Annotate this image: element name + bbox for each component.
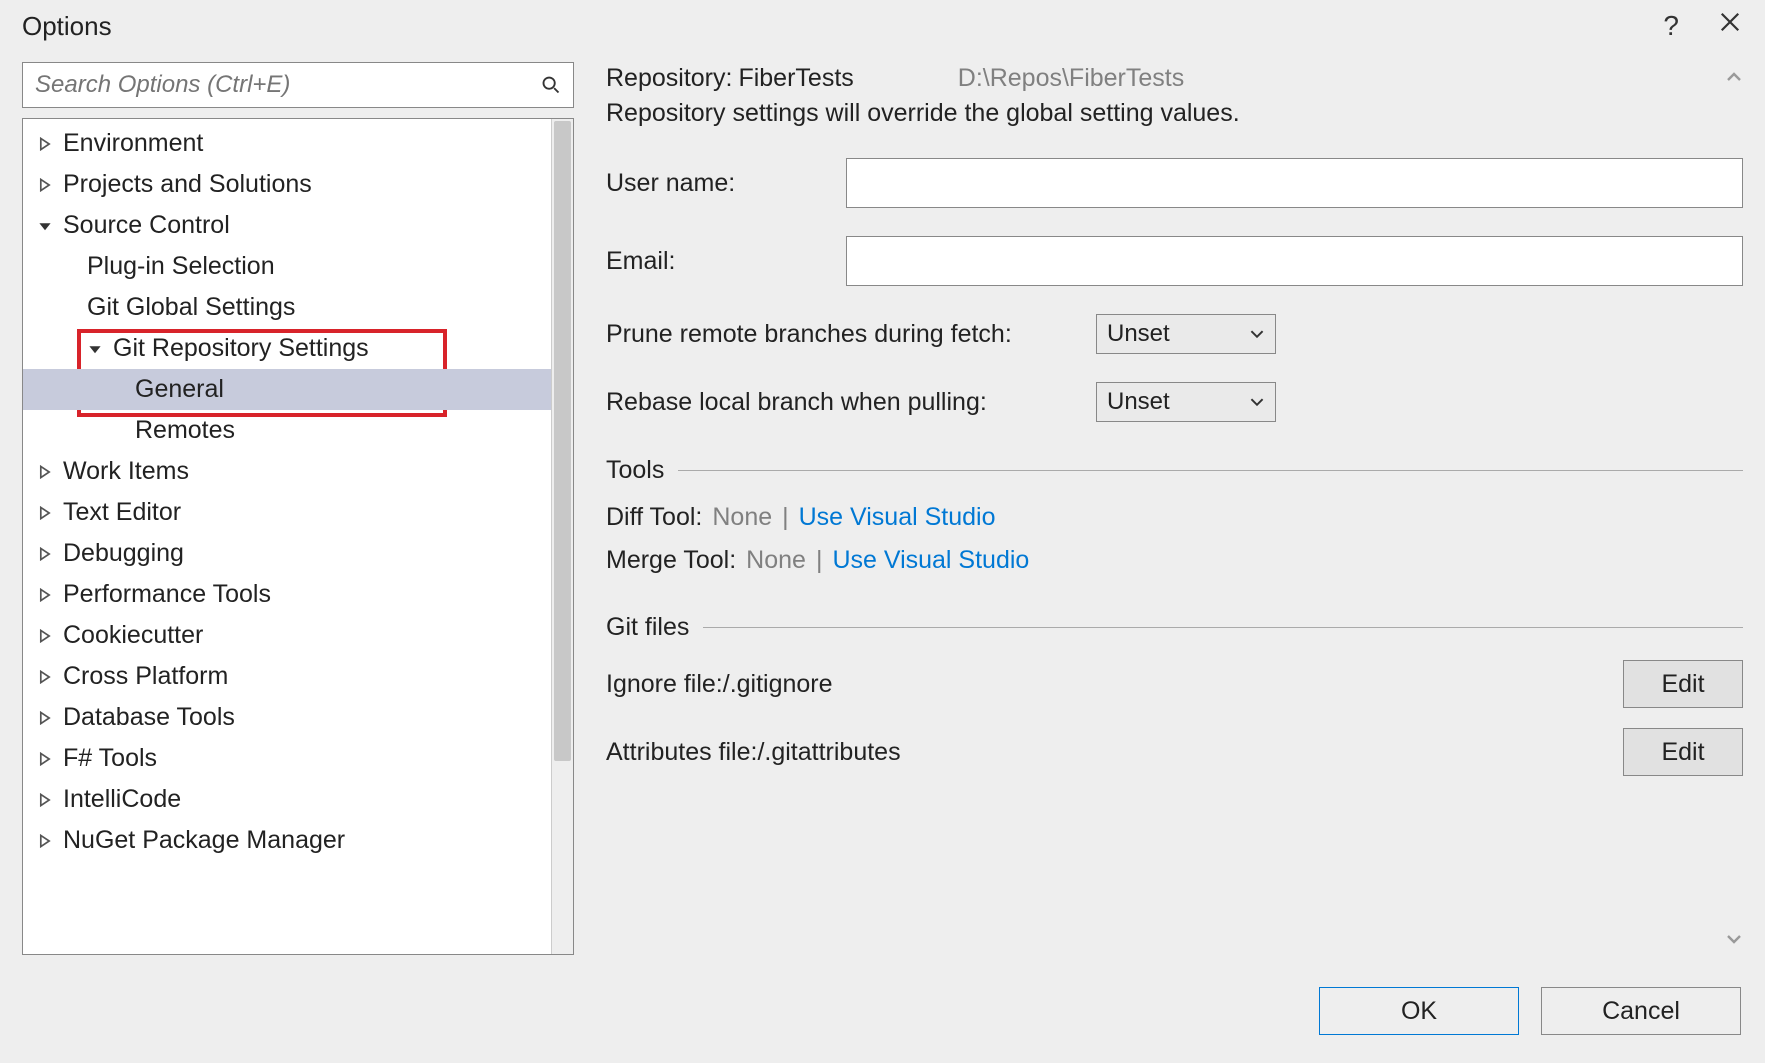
search-icon[interactable] <box>529 75 573 95</box>
repository-name: FiberTests <box>738 64 853 93</box>
tree-item-performance-tools[interactable]: Performance Tools <box>23 574 555 615</box>
diff-tool-label: Diff Tool: <box>606 503 702 532</box>
repository-label: Repository: <box>606 64 732 93</box>
rebase-label: Rebase local branch when pulling: <box>606 388 1096 417</box>
settings-panel: Repository: FiberTests D:\Repos\FiberTes… <box>606 62 1743 955</box>
chevron-down-icon <box>1249 327 1265 341</box>
user-name-input[interactable] <box>846 158 1743 208</box>
cancel-button[interactable]: Cancel <box>1541 987 1741 1035</box>
diff-tool-use-vs-link[interactable]: Use Visual Studio <box>799 503 996 532</box>
close-button[interactable] <box>1719 8 1741 40</box>
options-tree: Environment Projects and Solutions Sourc… <box>22 118 574 955</box>
tree-item-remotes[interactable]: Remotes <box>23 410 555 451</box>
divider <box>703 627 1743 628</box>
merge-tool-use-vs-link[interactable]: Use Visual Studio <box>832 546 1029 575</box>
attributes-file-label: Attributes file: <box>606 738 757 767</box>
chevron-down-icon <box>1249 395 1265 409</box>
search-input[interactable] <box>23 63 529 107</box>
merge-tool-row: Merge Tool: None | Use Visual Studio <box>606 546 1743 575</box>
ignore-file-label: Ignore file: <box>606 670 723 699</box>
left-panel: Environment Projects and Solutions Sourc… <box>22 62 574 955</box>
attributes-file-name: /.gitattributes <box>757 738 900 767</box>
tree-scrollbar[interactable] <box>551 119 573 954</box>
merge-tool-value: None <box>746 546 806 575</box>
rebase-select[interactable]: Unset <box>1096 382 1276 422</box>
caret-collapsed-icon <box>35 175 55 195</box>
tree-item-intellicode[interactable]: IntelliCode <box>23 779 555 820</box>
caret-collapsed-icon <box>35 667 55 687</box>
tree-item-nuget-package-manager[interactable]: NuGet Package Manager <box>23 820 555 861</box>
rebase-row: Rebase local branch when pulling: Unset <box>606 382 1743 422</box>
caret-collapsed-icon <box>35 831 55 851</box>
caret-expanded-icon <box>35 216 55 236</box>
caret-expanded-icon <box>85 339 105 359</box>
divider <box>678 470 1743 471</box>
prune-label: Prune remote branches during fetch: <box>606 320 1096 349</box>
ok-button[interactable]: OK <box>1319 987 1519 1035</box>
tree-item-cookiecutter[interactable]: Cookiecutter <box>23 615 555 656</box>
caret-collapsed-icon <box>35 708 55 728</box>
prune-select[interactable]: Unset <box>1096 314 1276 354</box>
tools-section-header: Tools <box>606 456 1743 485</box>
tree-item-cross-platform[interactable]: Cross Platform <box>23 656 555 697</box>
dialog-title: Options <box>22 11 1663 42</box>
user-name-row: User name: <box>606 158 1743 208</box>
dialog-footer: OK Cancel <box>0 959 1765 1063</box>
caret-collapsed-icon <box>35 749 55 769</box>
tree-item-environment[interactable]: Environment <box>23 123 555 164</box>
tree-item-source-control[interactable]: Source Control <box>23 205 555 246</box>
chevron-up-icon <box>1725 68 1743 86</box>
prune-row: Prune remote branches during fetch: Unse… <box>606 314 1743 354</box>
repository-selector-chevron[interactable] <box>1725 64 1743 93</box>
repository-description: Repository settings will override the gl… <box>606 99 1743 128</box>
ignore-file-edit-button[interactable]: Edit <box>1623 660 1743 708</box>
tree-item-database-tools[interactable]: Database Tools <box>23 697 555 738</box>
tree-item-plug-in-selection[interactable]: Plug-in Selection <box>23 246 555 287</box>
repository-path: D:\Repos\FiberTests <box>958 64 1184 93</box>
attributes-file-edit-button[interactable]: Edit <box>1623 728 1743 776</box>
email-input[interactable] <box>846 236 1743 286</box>
email-label: Email: <box>606 247 846 276</box>
tree-item-git-repository-settings[interactable]: Git Repository Settings <box>23 328 555 369</box>
options-dialog: Options ? Environment <box>0 0 1765 1063</box>
panel-more-chevron[interactable] <box>1725 926 1743 955</box>
tree-item-work-items[interactable]: Work Items <box>23 451 555 492</box>
tree-item-projects-and-solutions[interactable]: Projects and Solutions <box>23 164 555 205</box>
separator: | <box>816 546 823 575</box>
tree-item-text-editor[interactable]: Text Editor <box>23 492 555 533</box>
caret-collapsed-icon <box>35 134 55 154</box>
attributes-file-row: Attributes file: /.gitattributes Edit <box>606 728 1743 776</box>
caret-collapsed-icon <box>35 544 55 564</box>
caret-collapsed-icon <box>35 585 55 605</box>
caret-collapsed-icon <box>35 790 55 810</box>
tree-item-general[interactable]: General <box>23 369 555 410</box>
diff-tool-value: None <box>712 503 772 532</box>
tree-item-debugging[interactable]: Debugging <box>23 533 555 574</box>
git-files-section-header: Git files <box>606 613 1743 642</box>
close-icon <box>1719 11 1741 33</box>
titlebar: Options ? <box>0 0 1765 62</box>
caret-collapsed-icon <box>35 626 55 646</box>
scrollbar-thumb[interactable] <box>554 121 571 761</box>
diff-tool-row: Diff Tool: None | Use Visual Studio <box>606 503 1743 532</box>
caret-collapsed-icon <box>35 503 55 523</box>
repository-header: Repository: FiberTests D:\Repos\FiberTes… <box>606 64 1743 93</box>
search-options-field[interactable] <box>22 62 574 108</box>
ignore-file-name: /.gitignore <box>723 670 833 699</box>
tree-item-git-global-settings[interactable]: Git Global Settings <box>23 287 555 328</box>
prune-select-value: Unset <box>1107 320 1249 348</box>
rebase-select-value: Unset <box>1107 388 1249 416</box>
help-button[interactable]: ? <box>1663 10 1679 42</box>
tree-item-fsharp-tools[interactable]: F# Tools <box>23 738 555 779</box>
user-name-label: User name: <box>606 169 846 198</box>
merge-tool-label: Merge Tool: <box>606 546 736 575</box>
chevron-down-icon <box>1725 930 1743 948</box>
ignore-file-row: Ignore file: /.gitignore Edit <box>606 660 1743 708</box>
caret-collapsed-icon <box>35 462 55 482</box>
email-row: Email: <box>606 236 1743 286</box>
separator: | <box>782 503 789 532</box>
